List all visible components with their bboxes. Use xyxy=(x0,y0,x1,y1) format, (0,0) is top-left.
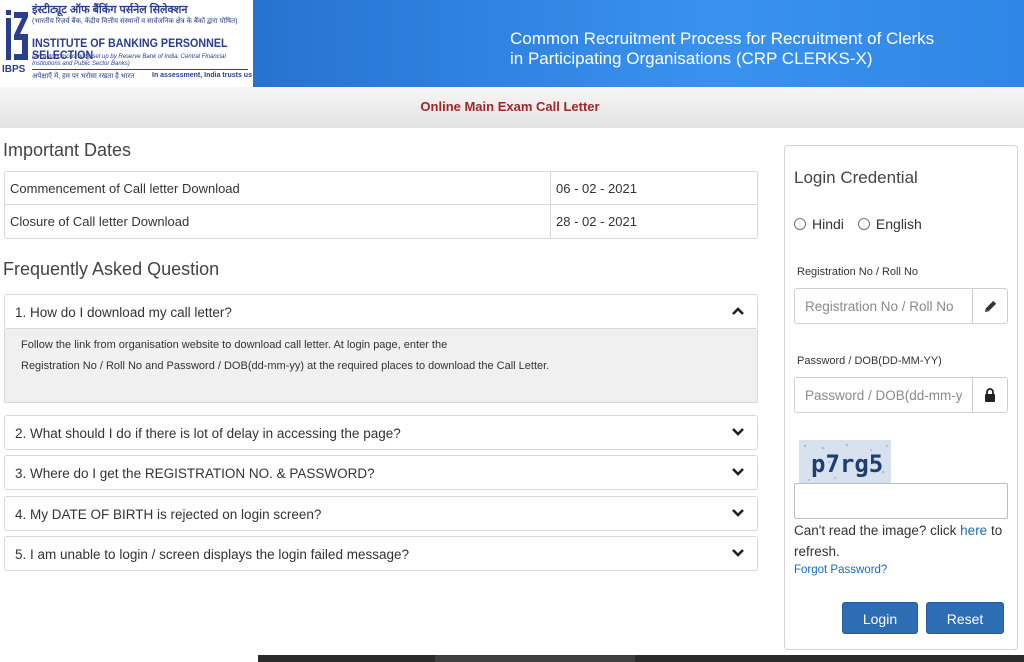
date-label: Closure of Call letter Download xyxy=(5,205,551,238)
reset-button[interactable]: Reset xyxy=(926,602,1004,634)
logo-hindi-sub: (भारतीय रिज़र्व बैंक, केंद्रीय वित्तीय स… xyxy=(32,18,238,25)
faq-title: Frequently Asked Question xyxy=(3,259,220,279)
table-row: Closure of Call letter Download 28 - 02 … xyxy=(5,205,757,238)
page-header: IBPS इंस्टीट्यूट ऑफ बैंकिंग पर्सनेल सिले… xyxy=(0,0,1024,87)
subheader-title: Online Main Exam Call Letter xyxy=(420,99,600,114)
chevron-down-icon xyxy=(732,549,744,557)
captcha-input[interactable] xyxy=(794,483,1008,519)
english-radio[interactable] xyxy=(857,218,870,230)
captcha-refresh-prefix: Can't read the image? click xyxy=(794,523,961,538)
logo-english-sub: (An autonomous body set up by Reserve Ba… xyxy=(32,54,226,67)
faq-question-text: 4. My DATE OF BIRTH is rejected on login… xyxy=(15,507,322,522)
ibps-logo-mark-icon xyxy=(6,10,28,60)
hindi-radio-label[interactable]: Hindi xyxy=(812,216,844,232)
faq-question-text: 5. I am unable to login / screen display… xyxy=(15,547,409,562)
registration-input[interactable] xyxy=(795,289,972,323)
logo-abbr: IBPS xyxy=(2,64,26,75)
faq-question-text: 1. How do I download my call letter? xyxy=(15,305,232,320)
language-selector: Hindi English xyxy=(794,216,936,232)
chevron-down-icon xyxy=(732,509,744,517)
page-title: Common Recruitment Process for Recruitme… xyxy=(510,29,935,68)
faq-item-3: 3. Where do I get the REGISTRATION NO. &… xyxy=(4,455,758,490)
date-value: 28 - 02 - 2021 xyxy=(556,214,637,229)
faq-answer-1: Follow the link from organisation websit… xyxy=(4,329,758,403)
captcha-text: p7rg5 xyxy=(811,450,883,478)
faq-item-2: 2. What should I do if there is lot of d… xyxy=(4,415,758,450)
english-radio-label[interactable]: English xyxy=(876,216,922,232)
faq-question-3[interactable]: 3. Where do I get the REGISTRATION NO. &… xyxy=(4,455,758,490)
password-field-group xyxy=(794,377,1008,413)
logo-divider xyxy=(32,69,248,70)
login-button[interactable]: Login xyxy=(842,602,918,634)
subheader-bar: Online Main Exam Call Letter xyxy=(0,87,1024,128)
chevron-down-icon xyxy=(732,468,744,476)
faq-item-1: 1. How do I download my call letter? Fol… xyxy=(4,294,758,403)
faq-question-1[interactable]: 1. How do I download my call letter? xyxy=(4,294,758,329)
password-addon xyxy=(972,378,1007,412)
logo-motto-english: In assessment, India trusts us xyxy=(152,72,252,79)
date-value: 06 - 02 - 2021 xyxy=(556,181,637,196)
bottom-scrollbar-thumb[interactable] xyxy=(435,655,635,662)
registration-addon xyxy=(972,289,1007,323)
date-label: Commencement of Call letter Download xyxy=(5,172,551,204)
password-input[interactable] xyxy=(795,378,972,412)
important-dates-title: Important Dates xyxy=(3,140,132,160)
faq-item-5: 5. I am unable to login / screen display… xyxy=(4,536,758,571)
ibps-logo: IBPS इंस्टीट्यूट ऑफ बैंकिंग पर्सनेल सिले… xyxy=(0,0,253,87)
logo-hindi-name: इंस्टीट्यूट ऑफ बैंकिंग पर्सनेल सिलेक्शन xyxy=(32,4,188,16)
login-title: Login Credential xyxy=(794,168,918,187)
important-dates-table: Commencement of Call letter Download 06 … xyxy=(4,171,758,239)
registration-field-group xyxy=(794,288,1008,324)
captcha-refresh-link[interactable]: here xyxy=(960,523,987,538)
forgot-password-link[interactable]: Forgot Password? xyxy=(794,564,887,576)
faq-question-5[interactable]: 5. I am unable to login / screen display… xyxy=(4,536,758,571)
login-panel: Login Credential Hindi English Registrat… xyxy=(784,145,1018,650)
faq-question-text: 3. Where do I get the REGISTRATION NO. &… xyxy=(15,466,375,481)
lock-icon xyxy=(985,388,995,402)
faq-question-4[interactable]: 4. My DATE OF BIRTH is rejected on login… xyxy=(4,496,758,531)
pencil-icon xyxy=(984,300,996,312)
faq-item-4: 4. My DATE OF BIRTH is rejected on login… xyxy=(4,496,758,531)
faq-answer-line: Follow the link from organisation websit… xyxy=(21,339,448,351)
faq-answer-line: Registration No / Roll No and Password /… xyxy=(21,360,550,372)
faq-question-text: 2. What should I do if there is lot of d… xyxy=(15,426,401,441)
registration-label: Registration No / Roll No xyxy=(797,266,919,278)
logo-motto-hindi: अपेक्षाएँ में, हम पर भरोसा रखता है भारत xyxy=(32,73,135,80)
hindi-radio[interactable] xyxy=(794,218,806,230)
bottom-scrollbar[interactable] xyxy=(258,655,1024,662)
captcha-refresh-text: Can't read the image? click here to refr… xyxy=(794,520,1014,562)
password-label: Password / DOB(DD-MM-YY) xyxy=(797,355,942,367)
chevron-down-icon xyxy=(732,428,744,436)
captcha-image: p7rg5 xyxy=(799,440,891,484)
faq-question-2[interactable]: 2. What should I do if there is lot of d… xyxy=(4,415,758,450)
table-row: Commencement of Call letter Download 06 … xyxy=(5,172,757,205)
chevron-up-icon xyxy=(732,307,744,315)
